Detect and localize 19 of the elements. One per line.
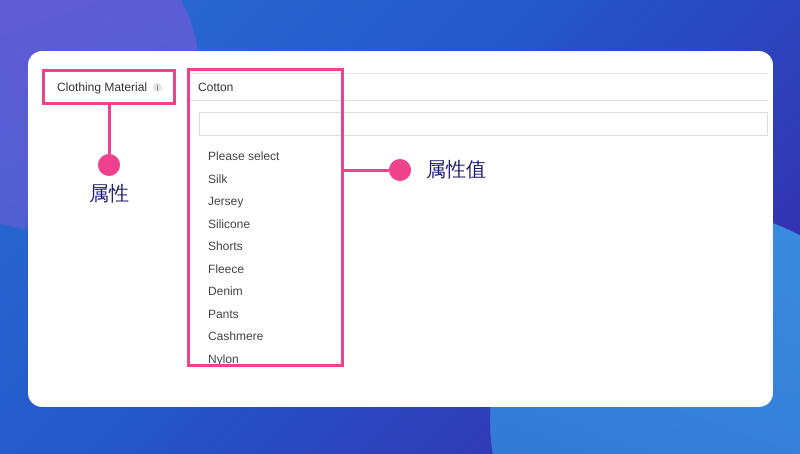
leader-line: [344, 168, 389, 172]
dropdown-option[interactable]: Shorts: [208, 235, 243, 258]
annotation-text: 属性值: [426, 158, 486, 182]
dropdown-option[interactable]: Jersey: [208, 190, 244, 212]
dropdown-option[interactable]: Nylon: [208, 348, 239, 370]
dropdown-option[interactable]: Silk: [208, 168, 228, 190]
dropdown-option[interactable]: Pants: [208, 302, 239, 325]
dropdown-option[interactable]: Fleece: [208, 258, 244, 280]
attribute-name: Clothing Material: [57, 80, 148, 94]
selected-value[interactable]: Cotton: [198, 80, 234, 94]
dropdown-option[interactable]: Please select: [208, 145, 280, 168]
dropdown-option[interactable]: Denim: [208, 280, 243, 302]
info-icon[interactable]: [153, 82, 162, 92]
dropdown-option[interactable]: Silicone: [208, 212, 250, 235]
annotation-dot: [98, 154, 120, 176]
annotation-text: 属性: [89, 182, 129, 206]
annotation-dot: [389, 159, 411, 181]
dropdown-option[interactable]: Cashmere: [208, 325, 264, 348]
search-field[interactable]: [199, 112, 768, 136]
